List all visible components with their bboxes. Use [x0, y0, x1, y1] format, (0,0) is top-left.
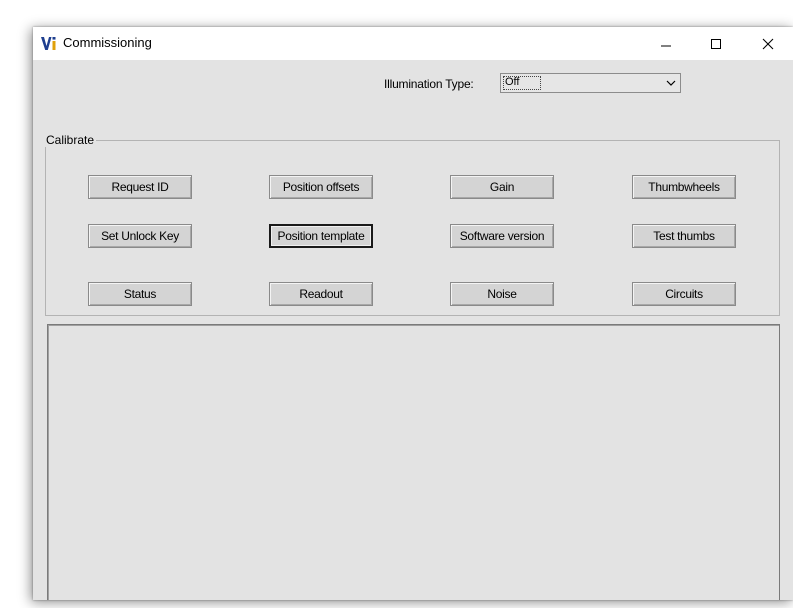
chevron-down-icon — [666, 80, 676, 86]
maximize-icon — [711, 38, 721, 49]
title-bar[interactable]: Commissioning — [33, 27, 793, 60]
set-unlock-key-button[interactable]: Set Unlock Key — [88, 224, 192, 248]
minimize-icon — [661, 45, 671, 46]
status-button[interactable]: Status — [88, 282, 192, 306]
illumination-type-label: Illumination Type: — [384, 77, 474, 91]
circuits-button[interactable]: Circuits — [632, 282, 736, 306]
software-version-button[interactable]: Software version — [450, 224, 554, 248]
gain-button[interactable]: Gain — [450, 175, 554, 199]
readout-button[interactable]: Readout — [269, 282, 373, 306]
client-area: Illumination Type: Off Calibrate Request… — [33, 60, 793, 600]
position-template-button[interactable]: Position template — [269, 224, 373, 248]
window-title: Commissioning — [63, 35, 152, 50]
calibrate-legend: Calibrate — [44, 133, 97, 147]
illumination-type-select[interactable]: Off — [500, 73, 681, 93]
thumbwheels-button[interactable]: Thumbwheels — [632, 175, 736, 199]
noise-button[interactable]: Noise — [450, 282, 554, 306]
illumination-type-value: Off — [505, 76, 520, 88]
minimize-button[interactable] — [643, 27, 689, 60]
test-thumbs-button[interactable]: Test thumbs — [632, 224, 736, 248]
output-textbox[interactable] — [47, 324, 780, 600]
request-id-button[interactable]: Request ID — [88, 175, 192, 199]
close-icon — [762, 38, 774, 49]
close-button[interactable] — [745, 27, 791, 60]
commissioning-window: Commissioning Illumination Type: Off Cal… — [33, 27, 793, 600]
vi-logo-icon — [41, 37, 56, 50]
position-offsets-button[interactable]: Position offsets — [269, 175, 373, 199]
maximize-button[interactable] — [693, 27, 739, 60]
